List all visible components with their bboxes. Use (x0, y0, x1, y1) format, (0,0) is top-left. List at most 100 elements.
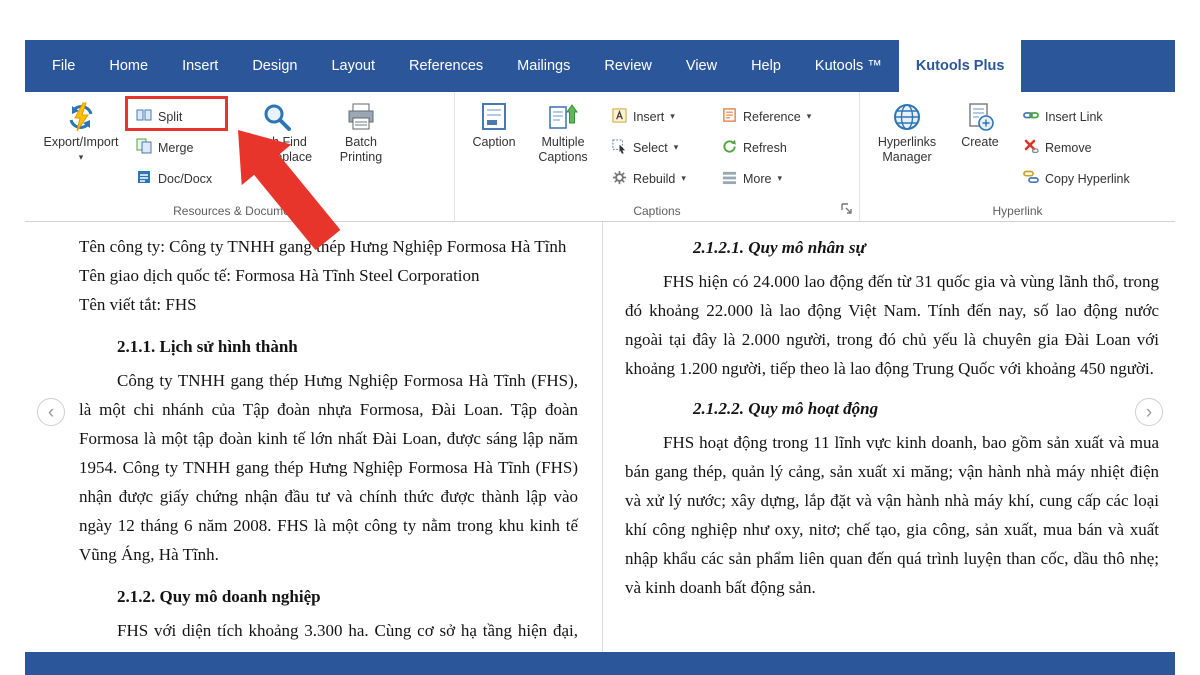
remove-hyperlink-button[interactable]: Remove (1018, 132, 1168, 163)
caption-label: Caption (472, 135, 515, 150)
more-icon (722, 170, 737, 188)
document-paragraph: 2.1.2.1. Quy mô nhân sự (693, 233, 1159, 262)
caption-select-icon (612, 139, 627, 157)
document-paragraph: FHS hoạt động trong 11 lĩnh vực kinh doa… (625, 428, 1159, 602)
export-import-label: Export/Import (43, 135, 118, 150)
caption-more-label: More (743, 172, 771, 186)
next-page-button[interactable]: › (1135, 398, 1163, 426)
copy-hyperlink-icon (1023, 169, 1039, 188)
document-page-right[interactable]: 2.1.2.1. Quy mô nhân sự FHS hiện có 24.0… (603, 222, 1175, 652)
ribbon: Export/Import ▾ Split (25, 92, 1175, 222)
bottom-bar (25, 652, 1175, 675)
hyperlinks-manager-label-1: Hyperlinks (878, 135, 936, 150)
ribbon-tab[interactable]: View (669, 40, 734, 92)
captions-group-label: Captions (455, 204, 859, 218)
multiple-captions-label-2: Captions (538, 150, 587, 165)
chevron-down-icon: ▾ (670, 112, 675, 121)
ribbon-group-resources-documents: Export/Import ▾ Split (25, 92, 455, 221)
ribbon-tab[interactable]: Review (587, 40, 669, 92)
hyperlink-create-label: Create (961, 135, 999, 150)
ribbon-tab[interactable]: References (392, 40, 500, 92)
copy-hyperlink-button[interactable]: Copy Hyperlink (1018, 163, 1168, 194)
resources-small-buttons: Split Merge (131, 96, 231, 194)
document-page-left[interactable]: Tên công ty: Công ty TNHH gang thép Hưng… (25, 222, 603, 652)
document-area: Tên công ty: Công ty TNHH gang thép Hưng… (25, 222, 1175, 652)
hyperlinks-manager-button[interactable]: Hyperlinks Manager (866, 96, 948, 165)
caption-select-button[interactable]: Select ▾ (607, 132, 699, 163)
caption-select-label: Select (633, 141, 668, 155)
hyperlink-create-button[interactable]: Create (948, 96, 1012, 150)
document-paragraph: FHS hiện có 24.000 lao động đến từ 31 qu… (625, 267, 1159, 383)
hyperlink-group-label: Hyperlink (860, 204, 1175, 218)
caption-refresh-button[interactable]: Refresh (717, 132, 835, 163)
batch-printing-button[interactable]: Batch Printing (323, 96, 399, 165)
merge-label: Merge (158, 141, 193, 155)
hyperlink-small-buttons: Insert Link Remove (1018, 96, 1168, 194)
batch-find-replace-button[interactable]: Batch Find and Replace (231, 96, 323, 165)
document-paragraph: Tên viết tắt: FHS (79, 290, 578, 319)
word-window: File Home Insert Design Layout Reference… (25, 40, 1175, 675)
caption-insert-button[interactable]: Insert ▾ (607, 101, 699, 132)
doc-docx-label: Doc/Docx (158, 172, 212, 186)
document-paragraph: Tên giao dịch quốc tế: Formosa Hà Tĩnh S… (79, 261, 578, 290)
caption-insert-icon (612, 108, 627, 126)
chevron-down-icon: ▾ (79, 153, 84, 162)
chevron-right-icon: › (1146, 403, 1152, 422)
merge-icon (136, 138, 152, 157)
batch-find-replace-label-1: Batch Find (247, 135, 307, 150)
resources-group-label: Resources & Documents (25, 204, 454, 218)
hyperlinks-manager-label-2: Manager (882, 150, 931, 165)
multiple-captions-icon (548, 99, 578, 135)
search-icon (261, 99, 293, 135)
printer-icon (345, 99, 377, 135)
caption-insert-label: Insert (633, 110, 664, 124)
chevron-down-icon: ▾ (674, 143, 679, 152)
ribbon-tab[interactable]: Mailings (500, 40, 587, 92)
doc-docx-button[interactable]: Doc/Docx (131, 163, 231, 194)
document-paragraph: 2.1.2.2. Quy mô hoạt động (693, 394, 1159, 423)
link-icon (1023, 107, 1039, 126)
ribbon-tab[interactable]: Design (235, 40, 314, 92)
export-import-icon (65, 99, 97, 135)
ribbon-tab[interactable]: Kutools Plus (899, 40, 1022, 92)
chevron-left-icon: ‹ (48, 403, 54, 422)
batch-printing-label-1: Batch (345, 135, 377, 150)
remove-icon (1023, 138, 1039, 157)
globe-icon (892, 99, 922, 135)
refresh-icon (722, 139, 737, 157)
ribbon-tab-bar: File Home Insert Design Layout Reference… (25, 40, 1175, 92)
batch-printing-label-2: Printing (340, 150, 382, 165)
ribbon-group-hyperlink: Hyperlinks Manager Create (860, 92, 1175, 221)
merge-button[interactable]: Merge (131, 132, 231, 163)
caption-rebuild-icon (612, 170, 627, 188)
caption-rebuild-button[interactable]: Rebuild ▾ (607, 163, 699, 194)
captions-small-buttons-1: Insert ▾ Select ▾ (607, 96, 699, 194)
ribbon-tab[interactable]: Help (734, 40, 798, 92)
split-label: Split (158, 110, 182, 124)
export-import-button[interactable]: Export/Import ▾ (31, 96, 131, 162)
split-button[interactable]: Split (131, 101, 231, 132)
caption-refresh-label: Refresh (743, 141, 787, 155)
multiple-captions-button[interactable]: Multiple Captions (527, 96, 599, 165)
document-paragraph: 2.1.2. Quy mô doanh nghiệp (117, 582, 578, 611)
document-paragraph: Công ty TNHH gang thép Hưng Nghiệp Formo… (79, 366, 578, 569)
copy-hyperlink-label: Copy Hyperlink (1045, 172, 1130, 186)
chevron-down-icon: ▾ (777, 174, 782, 183)
ribbon-tab[interactable]: Kutools ™ (798, 40, 899, 92)
caption-button[interactable]: Caption (461, 96, 527, 150)
doc-docx-icon (136, 169, 152, 188)
document-paragraph: 2.1.1. Lịch sử hình thành (117, 332, 578, 361)
caption-more-button[interactable]: More ▾ (717, 163, 835, 194)
ribbon-tab[interactable]: Home (92, 40, 165, 92)
create-hyperlink-icon (965, 99, 995, 135)
ribbon-tab[interactable]: Insert (165, 40, 235, 92)
insert-link-button[interactable]: Insert Link (1018, 101, 1168, 132)
caption-reference-button[interactable]: Reference ▾ (717, 101, 835, 132)
previous-page-button[interactable]: ‹ (37, 398, 65, 426)
chevron-down-icon: ▾ (807, 112, 812, 121)
captions-small-buttons-2: Reference ▾ Refresh (717, 96, 835, 194)
ribbon-tab[interactable]: Layout (314, 40, 392, 92)
ribbon-tab[interactable]: File (35, 40, 92, 92)
caption-rebuild-label: Rebuild (633, 172, 675, 186)
caption-reference-icon (722, 108, 737, 126)
